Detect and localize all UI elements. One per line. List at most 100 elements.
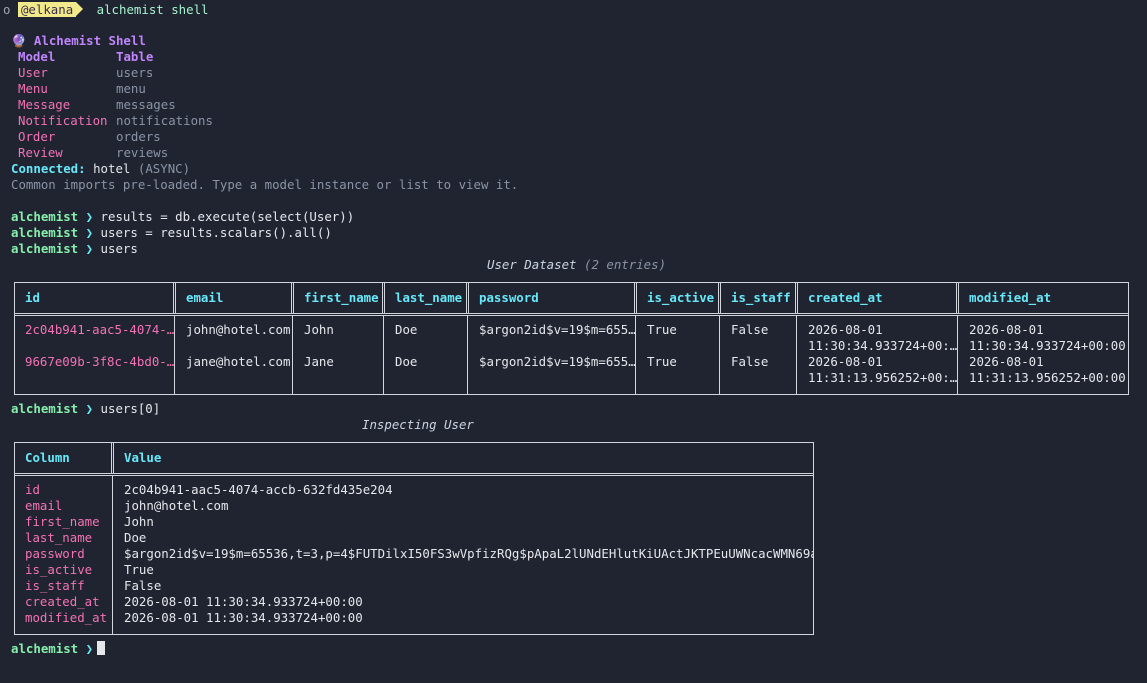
text-cursor[interactable] bbox=[97, 641, 106, 655]
inspect-value: 2026-08-01 11:30:34.933724+00:00 bbox=[124, 594, 363, 609]
column-divider bbox=[957, 316, 958, 394]
command-line: alchemist ❯ results = db.execute(select(… bbox=[11, 209, 354, 225]
db-name: hotel bbox=[93, 161, 131, 176]
dataset-cell-created-at: 11:30:34.933724+00:… bbox=[808, 338, 957, 353]
inspect-value: John bbox=[124, 514, 154, 529]
model-table-header: Model Table bbox=[18, 49, 153, 65]
user-badge: @elkana bbox=[17, 2, 77, 17]
prompt-label: alchemist bbox=[11, 241, 79, 256]
command-line: alchemist ❯ users[0] bbox=[11, 401, 160, 417]
column-divider bbox=[635, 316, 636, 394]
inspect-column-name: email bbox=[25, 498, 63, 513]
dataset-header-email: email bbox=[176, 283, 294, 313]
model-row: Message messages bbox=[18, 97, 176, 113]
connection-line: Connected: hotel (ASYNC) bbox=[11, 161, 190, 177]
inspect-value: $argon2id$v=19$m=65536,t=3,p=4$FUTDilxI5… bbox=[124, 546, 814, 561]
model-name: Message bbox=[18, 97, 71, 112]
table-name: menu bbox=[116, 81, 146, 96]
prompt-chevron-icon: ❯ bbox=[85, 641, 94, 656]
inspect-value: 2026-08-01 11:30:34.933724+00:00 bbox=[124, 610, 363, 625]
inspect-column-name: created_at bbox=[25, 594, 100, 609]
command-text: users[0] bbox=[100, 401, 161, 416]
command-text: users bbox=[100, 241, 138, 256]
inspect-value: False bbox=[124, 578, 162, 593]
dataset-header-last-name: last_name bbox=[385, 283, 469, 313]
column-divider bbox=[292, 316, 293, 394]
launch-command: alchemist shell bbox=[96, 2, 209, 17]
dataset-title-line: User Dataset (2 entries) bbox=[487, 257, 666, 273]
prompt-chevron-icon: ❯ bbox=[85, 241, 94, 256]
inspect-value-header: Value bbox=[124, 450, 162, 465]
dataset-header-modified-at: modified_at bbox=[969, 290, 1052, 305]
command-line: alchemist ❯ users = results.scalars().al… bbox=[11, 225, 332, 241]
active-prompt[interactable]: alchemist ❯ bbox=[11, 641, 106, 657]
inspect-column-name: password bbox=[25, 546, 85, 561]
dataset-cell-is-active: True bbox=[647, 354, 677, 369]
table-column-header: Table bbox=[116, 49, 154, 64]
inspect-header-row: Column Value bbox=[15, 443, 813, 476]
dataset-title: User Dataset bbox=[487, 257, 577, 272]
dataset-cell-created-at: 2026-08-01 bbox=[808, 322, 883, 337]
inspect-title: Inspecting User bbox=[362, 417, 474, 432]
status-indicator: o bbox=[3, 2, 11, 17]
model-name: Menu bbox=[18, 81, 48, 96]
connected-label: Connected: bbox=[11, 161, 86, 176]
banner-title-line: 🔮 Alchemist Shell bbox=[11, 33, 146, 49]
command-text: results = db.execute(select(User)) bbox=[100, 209, 355, 224]
inspect-column-name: is_staff bbox=[25, 578, 85, 593]
user-dataset-table: id email first_name last_name password is_act… bbox=[14, 282, 1129, 395]
badge-arrow-icon bbox=[76, 2, 84, 16]
dataset-cell-password: $argon2id$v=19$m=655… bbox=[479, 322, 635, 337]
prompt-label: alchemist bbox=[11, 401, 79, 416]
inspect-value: 2c04b941-aac5-4074-accb-632fd435e204 bbox=[124, 482, 393, 497]
inspect-column-name: first_name bbox=[25, 514, 100, 529]
dataset-cell-is-active: True bbox=[647, 322, 677, 337]
inspect-column-name: is_active bbox=[25, 562, 93, 577]
model-name: Review bbox=[18, 145, 63, 160]
dataset-cell-email: jane@hotel.com bbox=[186, 354, 291, 369]
dataset-cell-is-staff: False bbox=[731, 322, 769, 337]
dataset-count: (2 entries) bbox=[584, 257, 667, 272]
model-row: User users bbox=[18, 65, 153, 81]
table-name: notifications bbox=[116, 113, 213, 128]
inspect-column-header: Column bbox=[15, 443, 114, 473]
inspect-value: True bbox=[124, 562, 154, 577]
dataset-cell-created-at: 11:31:13.956252+00:… bbox=[808, 370, 957, 385]
prompt-label: alchemist bbox=[11, 209, 79, 224]
inspect-column-name: id bbox=[25, 482, 40, 497]
model-row: Notification notifications bbox=[18, 113, 213, 129]
crystal-ball-icon: 🔮 bbox=[11, 33, 27, 48]
model-name: User bbox=[18, 65, 48, 80]
shell-status-bar: o @elkana alchemist shell bbox=[3, 2, 209, 17]
dataset-header-id: id bbox=[15, 283, 176, 313]
dataset-cell-first-name: Jane bbox=[304, 354, 334, 369]
inspect-table: Column Value id 2c04b941-aac5-4074-accb-6… bbox=[14, 442, 814, 635]
column-divider bbox=[796, 316, 797, 394]
inspect-column-name: last_name bbox=[25, 530, 93, 545]
dataset-cell-last-name: Doe bbox=[395, 322, 418, 337]
dataset-header-is-staff: is_staff bbox=[721, 283, 798, 313]
prompt-label: alchemist bbox=[11, 225, 79, 240]
dataset-header-password: password bbox=[469, 283, 637, 313]
prompt-label: alchemist bbox=[11, 641, 79, 656]
dataset-header-first-name: first_name bbox=[294, 283, 385, 313]
dataset-cell-first-name: John bbox=[304, 322, 334, 337]
column-divider bbox=[174, 316, 175, 394]
table-name: reviews bbox=[116, 145, 169, 160]
model-name: Notification bbox=[18, 113, 108, 128]
dataset-header-row: id email first_name last_name password is_act… bbox=[15, 283, 1128, 316]
model-name: Order bbox=[18, 129, 56, 144]
model-row: Review reviews bbox=[18, 145, 168, 161]
inspect-value: Doe bbox=[124, 530, 147, 545]
inspect-column-name: modified_at bbox=[25, 610, 108, 625]
column-divider bbox=[719, 316, 720, 394]
dataset-header-is-active: is_active bbox=[637, 283, 721, 313]
db-mode: (ASYNC) bbox=[137, 161, 191, 176]
table-name: orders bbox=[116, 129, 161, 144]
dataset-header-created-at: created_at bbox=[798, 283, 959, 313]
dataset-cell-id: 2c04b941-aac5-4074-… bbox=[25, 322, 174, 337]
dataset-cell-id: 9667e09b-3f8c-4bd0-… bbox=[25, 354, 174, 369]
dataset-cell-modified-at: 11:31:13.956252+00:00 bbox=[969, 370, 1126, 385]
info-text: Common imports pre-loaded. Type a model … bbox=[11, 177, 519, 192]
dataset-cell-password: $argon2id$v=19$m=655… bbox=[479, 354, 635, 369]
